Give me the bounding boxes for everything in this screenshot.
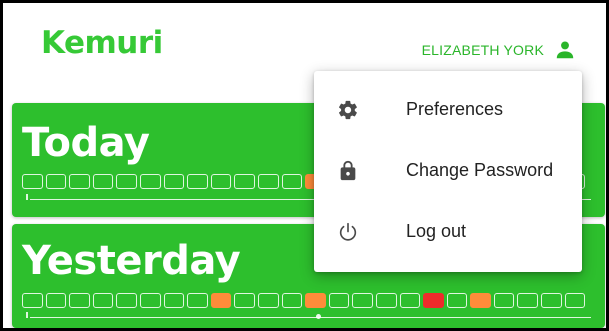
- hour-cell-ok[interactable]: [92, 174, 114, 189]
- user-dropdown-menu: Preferences Change Password Log out: [314, 71, 582, 272]
- card-title: Yesterday: [22, 238, 241, 284]
- hour-cell-ok[interactable]: [116, 293, 137, 308]
- hour-cell-warn[interactable]: [305, 293, 326, 308]
- app-logo[interactable]: Kemuri: [41, 25, 163, 61]
- hour-cell-ok[interactable]: [187, 174, 208, 189]
- hour-cell-ok[interactable]: [281, 174, 303, 189]
- hour-cell-ok[interactable]: [328, 293, 350, 308]
- hour-cell-alert[interactable]: [423, 293, 444, 308]
- hour-cell-ok[interactable]: [399, 293, 421, 308]
- hour-cell-warn[interactable]: [210, 293, 232, 308]
- hour-cell-ok[interactable]: [541, 293, 562, 308]
- hour-cell-ok[interactable]: [116, 174, 137, 189]
- person-icon: [556, 41, 574, 59]
- hour-cell-ok[interactable]: [564, 293, 586, 308]
- user-menu-button[interactable]: ELIZABETH YORK: [422, 39, 576, 61]
- timeline-tick: [26, 194, 28, 200]
- hour-cell-warn[interactable]: [470, 293, 491, 308]
- hour-cell-ok[interactable]: [446, 293, 468, 308]
- timeline: [26, 312, 591, 322]
- hour-cell-ok[interactable]: [69, 293, 90, 308]
- timeline-knob[interactable]: [316, 314, 321, 319]
- gear-icon: [337, 99, 359, 121]
- menu-item-label: Preferences: [406, 99, 504, 119]
- menu-item-log-out[interactable]: Log out: [314, 201, 582, 262]
- menu-item-preferences[interactable]: Preferences: [314, 79, 582, 140]
- hour-cell-ok[interactable]: [139, 293, 161, 308]
- hour-cell-ok[interactable]: [92, 293, 114, 308]
- hour-cell-ok[interactable]: [45, 174, 67, 189]
- power-icon: [337, 221, 359, 243]
- hour-cell-ok[interactable]: [257, 293, 279, 308]
- hour-cell-ok[interactable]: [187, 293, 208, 308]
- hour-cell-ok[interactable]: [234, 293, 255, 308]
- menu-item-change-password[interactable]: Change Password: [314, 140, 582, 201]
- lock-icon: [337, 160, 359, 182]
- hour-cell-ok[interactable]: [163, 293, 185, 308]
- hour-cell-ok[interactable]: [22, 293, 43, 308]
- hour-cell-ok[interactable]: [375, 293, 397, 308]
- hour-cell-ok[interactable]: [45, 293, 67, 308]
- card-title: Today: [22, 120, 150, 166]
- hour-cell-ok[interactable]: [234, 174, 255, 189]
- timeline-tick: [26, 312, 28, 318]
- hour-cell-ok[interactable]: [281, 293, 303, 308]
- hour-cell-ok[interactable]: [163, 174, 185, 189]
- user-name: ELIZABETH YORK: [421, 42, 544, 58]
- menu-item-label: Change Password: [406, 160, 554, 180]
- hour-cell-ok[interactable]: [139, 174, 161, 189]
- hour-cells: [22, 293, 586, 308]
- hour-cell-ok[interactable]: [210, 174, 232, 189]
- hour-cell-ok[interactable]: [257, 174, 279, 189]
- hour-cell-ok[interactable]: [69, 174, 90, 189]
- menu-item-label: Log out: [406, 221, 467, 241]
- hour-cell-ok[interactable]: [22, 174, 43, 189]
- hour-cell-ok[interactable]: [352, 293, 373, 308]
- app-frame: Kemuri ELIZABETH YORK Today Yesterday Pr…: [0, 0, 609, 331]
- hour-cell-ok[interactable]: [517, 293, 539, 308]
- hour-cell-ok[interactable]: [493, 293, 515, 308]
- timeline-line: [30, 317, 591, 318]
